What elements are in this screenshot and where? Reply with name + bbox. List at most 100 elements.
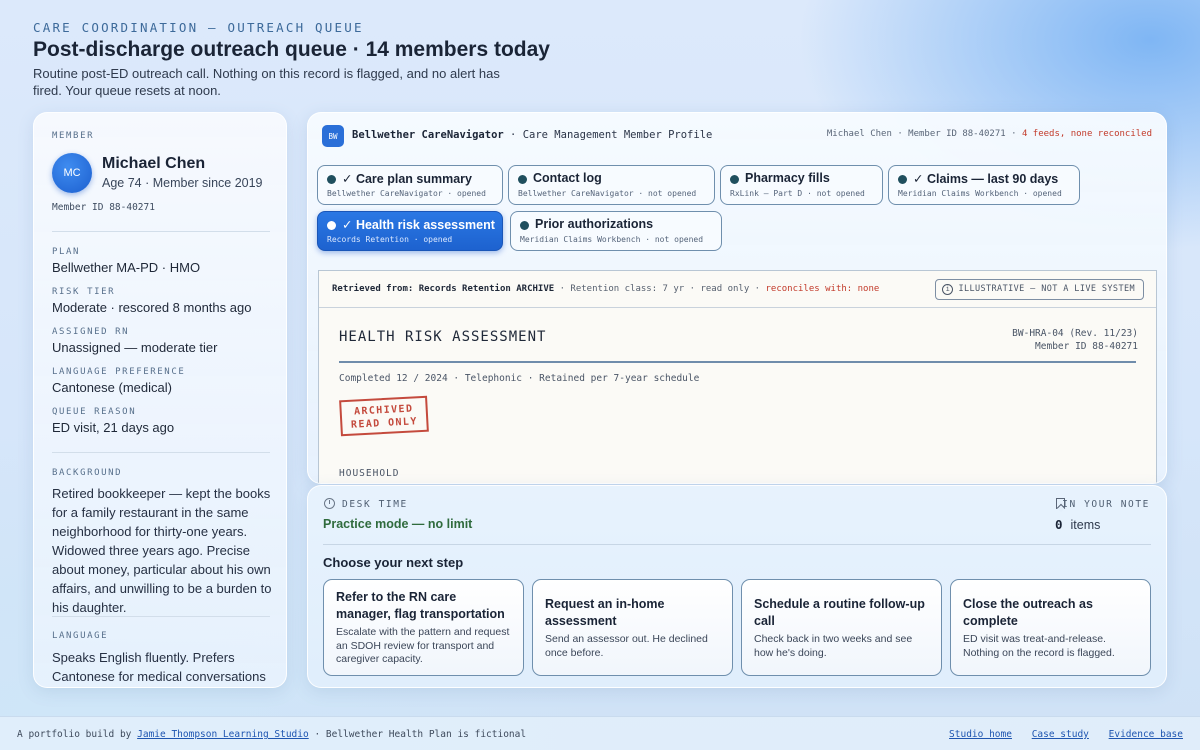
tab-title: Contact log xyxy=(533,171,602,185)
document-source-bar: Retrieved from: Records Retention ARCHIV… xyxy=(319,271,1156,308)
reconciles-status: reconciles with: none xyxy=(765,284,880,294)
member-section-label: MEMBER xyxy=(52,131,95,141)
status-dot-icon xyxy=(898,175,907,184)
tab-title: Pharmacy fills xyxy=(745,171,830,185)
tab-health-risk-assessment[interactable]: ✓ Health risk assessment Records Retenti… xyxy=(317,211,503,251)
avatar: MC xyxy=(52,153,92,193)
footer: A portfolio build by Jamie Thompson Lear… xyxy=(0,716,1200,750)
tab-source: RxLink — Part D · not opened xyxy=(730,189,865,198)
document-member-id: Member ID 88-40271 xyxy=(1035,341,1138,352)
tab-claims[interactable]: ✓ Claims — last 90 days Meridian Claims … xyxy=(888,165,1080,205)
footer-links: Studio home Case study Evidence base xyxy=(935,729,1183,740)
risk-tier-label: RISK TIER xyxy=(52,287,116,297)
member-profile-panel: BW Bellwether CareNavigator · Care Manag… xyxy=(307,112,1167,484)
document-reference: BW-HRA-04 (Rev. 11/23) Member ID 88-4027… xyxy=(1012,327,1138,353)
evidence-base-link[interactable]: Evidence base xyxy=(1109,729,1183,740)
item-count: 0 xyxy=(1055,517,1063,532)
divider xyxy=(52,616,270,617)
divider xyxy=(323,544,1151,545)
tab-care-plan-summary[interactable]: ✓ Care plan summary Bellwether CareNavig… xyxy=(317,165,503,205)
option-description: Escalate with the pattern and request an… xyxy=(336,626,510,665)
option-in-home-assessment[interactable]: Request an in-home assessment Send an as… xyxy=(532,579,733,676)
option-title: Schedule a routine follow-up call xyxy=(754,597,925,628)
assigned-rn-label: ASSIGNED RN xyxy=(52,327,130,337)
option-title: Request an in-home assessment xyxy=(545,597,665,628)
footer-credit: A portfolio build by Jamie Thompson Lear… xyxy=(17,729,526,740)
tab-prior-authorizations[interactable]: Prior authorizations Meridian Claims Wor… xyxy=(510,211,722,251)
option-refer-rn[interactable]: Refer to the RN care manager, flag trans… xyxy=(323,579,524,676)
tab-source: Records Retention · opened xyxy=(327,235,453,244)
system-logo: BW xyxy=(322,125,344,147)
member-name: Michael Chen xyxy=(102,155,206,172)
tab-source: Bellwether CareNavigator · opened xyxy=(327,189,486,198)
case-study-link[interactable]: Case study xyxy=(1032,729,1089,740)
member-age: Age 74 · Member since 2019 xyxy=(102,176,263,190)
retrieved-from: Retrieved from: Records Retention ARCHIV… xyxy=(332,284,555,294)
illustrative-badge: i ILLUSTRATIVE — NOT A LIVE SYSTEM xyxy=(935,279,1144,300)
form-id: BW-HRA-04 (Rev. 11/23) xyxy=(1012,328,1138,339)
option-description: Check back in two weeks and see how he's… xyxy=(754,633,913,659)
decision-panel: DESK TIME Practice mode — no limit IN YO… xyxy=(307,485,1167,688)
member-id: Member ID 88-40271 xyxy=(52,202,155,213)
option-follow-up-call[interactable]: Schedule a routine follow-up call Check … xyxy=(741,579,942,676)
background-label: BACKGROUND xyxy=(52,468,123,478)
divider xyxy=(52,231,270,232)
option-close-outreach[interactable]: Close the outreach as complete ED visit … xyxy=(950,579,1151,676)
retention-meta: · Retention class: 7 yr · read only · xyxy=(554,284,766,294)
tab-contact-log[interactable]: Contact log Bellwether CareNavigator · n… xyxy=(508,165,715,205)
completion-info: Completed 12 / 2024 · Telephonic · Retai… xyxy=(339,373,700,384)
background-text: Retired bookkeeper — kept the books for … xyxy=(52,486,272,615)
page-title: Post-discharge outreach queue · 14 membe… xyxy=(33,38,550,61)
footer-suffix: · Bellwether Health Plan is fictional xyxy=(314,729,527,740)
note-item-count: 0 items xyxy=(1055,517,1100,532)
items-label: items xyxy=(1070,518,1101,532)
member-card: MEMBER MC Michael Chen Age 74 · Member s… xyxy=(33,112,287,688)
language-pref-label: LANGUAGE PREFERENCE xyxy=(52,367,186,377)
tab-title: Prior authorizations xyxy=(535,217,654,231)
tab-title: ✓ Health risk assessment xyxy=(342,218,495,232)
feeds-status: 4 feeds, none reconciled xyxy=(1021,129,1152,139)
tab-title: ✓ Claims — last 90 days xyxy=(913,172,1059,186)
studio-link[interactable]: Jamie Thompson Learning Studio xyxy=(137,729,309,740)
divider xyxy=(339,361,1136,363)
system-context: · Care Management Member Profile xyxy=(510,129,713,141)
info-icon: i xyxy=(942,284,954,295)
tab-source: Meridian Claims Workbench · opened xyxy=(898,189,1062,198)
illustrative-text: ILLUSTRATIVE — NOT A LIVE SYSTEM xyxy=(958,284,1135,294)
risk-tier-value: Moderate · rescored 8 months ago xyxy=(52,300,252,315)
member-ref-text: Michael Chen · Member ID 88-40271 · xyxy=(826,129,1017,139)
divider xyxy=(52,452,270,453)
system-name: Bellwether CareNavigator xyxy=(352,129,504,141)
member-reference: Michael Chen · Member ID 88-40271 · 4 fe… xyxy=(827,129,1152,139)
language-pref-value: Cantonese (medical) xyxy=(52,380,172,395)
option-description: Send an assessor out. He declined once b… xyxy=(545,633,708,659)
tab-pharmacy-fills[interactable]: Pharmacy fills RxLink — Part D · not ope… xyxy=(720,165,883,205)
studio-home-link[interactable]: Studio home xyxy=(949,729,1012,740)
section-household: HOUSEHOLD xyxy=(339,468,400,479)
status-dot-icon xyxy=(518,175,527,184)
document-viewer[interactable]: Retrieved from: Records Retention ARCHIV… xyxy=(318,270,1157,483)
plan-value: Bellwether MA-PD · HMO xyxy=(52,260,201,275)
language-text: Speaks English fluently. Prefers Cantone… xyxy=(52,650,266,684)
status-dot-icon xyxy=(327,221,336,230)
tab-source: Bellwether CareNavigator · not opened xyxy=(518,189,697,198)
option-title: Refer to the RN care manager, flag trans… xyxy=(336,590,505,621)
in-note-label: IN YOUR NOTE xyxy=(1062,499,1150,510)
status-dot-icon xyxy=(327,175,336,184)
page-subtitle: Routine post-ED outreach call. Nothing o… xyxy=(33,66,500,98)
option-title: Close the outreach as complete xyxy=(963,597,1093,628)
assigned-rn-value: Unassigned — moderate tier xyxy=(52,340,218,355)
tab-source: Meridian Claims Workbench · not opened xyxy=(520,235,704,244)
plan-label: PLAN xyxy=(52,247,81,257)
desk-time-label: DESK TIME xyxy=(342,499,408,510)
status-dot-icon xyxy=(730,175,739,184)
retrieval-info: Retrieved from: Records Retention ARCHIV… xyxy=(332,284,879,294)
option-description: ED visit was treat-and-release. Nothing … xyxy=(963,633,1115,659)
clock-icon xyxy=(324,498,335,509)
status-dot-icon xyxy=(520,221,529,230)
queue-reason-value: ED visit, 21 days ago xyxy=(52,420,175,435)
queue-reason-label: QUEUE REASON xyxy=(52,407,137,417)
choose-step-heading: Choose your next step xyxy=(323,555,464,570)
practice-mode: Practice mode — no limit xyxy=(323,517,473,531)
document-title: HEALTH RISK ASSESSMENT xyxy=(339,329,547,345)
